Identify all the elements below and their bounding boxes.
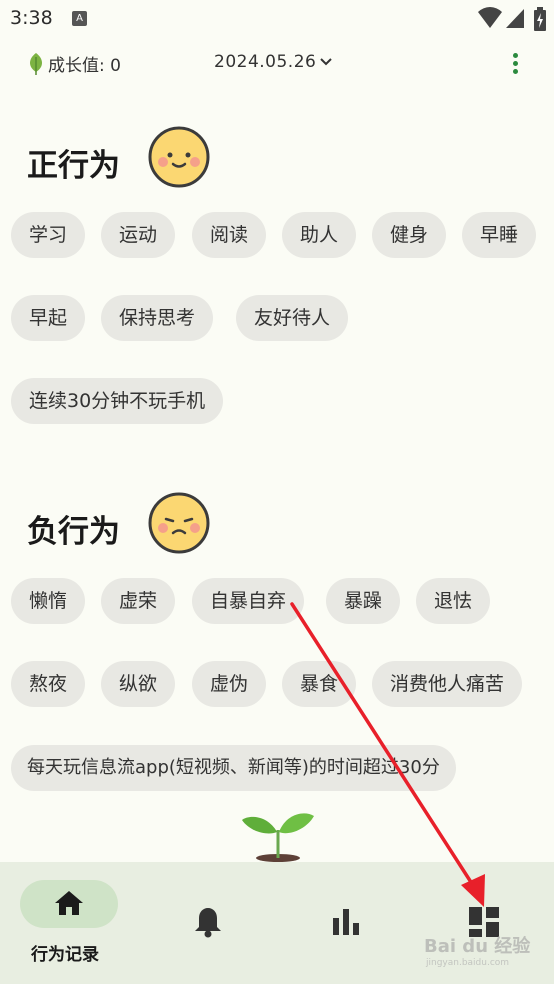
chip-positive[interactable]: 早起: [11, 295, 86, 341]
sprout-illustration: [242, 813, 314, 862]
wifi-icon: [478, 7, 502, 29]
date-selector[interactable]: 2024.05.26: [214, 52, 333, 72]
chip-positive[interactable]: 连续30分钟不玩手机: [11, 378, 224, 424]
chip-negative[interactable]: 消费他人痛苦: [372, 661, 523, 707]
chevron-down-icon: [320, 58, 333, 66]
growth-value: 成长值: 0: [28, 51, 121, 76]
chip-positive[interactable]: 阅读: [192, 212, 267, 258]
chip-negative[interactable]: 虚伪: [192, 661, 267, 707]
growth-label: 成长值: 0: [48, 56, 121, 76]
chip-positive[interactable]: 健身: [372, 212, 447, 258]
notification-icon: A: [72, 11, 87, 26]
chip-positive[interactable]: 运动: [101, 212, 176, 258]
chip-positive[interactable]: 早睡: [462, 212, 537, 258]
nav-label-behavior-log: 行为记录: [31, 945, 99, 965]
chip-negative[interactable]: 暴躁: [326, 578, 401, 624]
chip-negative[interactable]: 自暴自弃: [192, 578, 305, 624]
happy-face-icon: [148, 126, 210, 188]
battery-icon: [534, 7, 546, 31]
sad-face-icon: [148, 492, 210, 554]
signal-icon: [506, 9, 524, 28]
chip-positive[interactable]: 学习: [11, 212, 86, 258]
chip-positive[interactable]: 助人: [282, 212, 357, 258]
status-bar: 3:38 A: [0, 0, 554, 38]
chip-negative[interactable]: 虚荣: [101, 578, 176, 624]
watermark: Bai du 经验: [424, 936, 531, 957]
chip-negative[interactable]: 熬夜: [11, 661, 86, 707]
bar-chart-icon[interactable]: [332, 908, 360, 936]
date-text: 2024.05.26: [214, 52, 317, 72]
bell-icon[interactable]: [194, 906, 222, 938]
more-dot: [513, 61, 518, 66]
home-icon: [55, 891, 83, 915]
chip-negative[interactable]: 退怯: [416, 578, 491, 624]
chip-positive[interactable]: 友好待人: [236, 295, 349, 341]
chip-negative[interactable]: 每天玩信息流app(短视频、新闻等)的时间超过30分: [11, 745, 456, 791]
status-time: 3:38: [10, 7, 53, 29]
chip-negative[interactable]: 懒惰: [11, 578, 86, 624]
watermark-sub: jingyan.baidu.com: [426, 958, 510, 968]
top-bar: 成长值: 0 2024.05.26: [0, 46, 554, 82]
more-menu-button[interactable]: [506, 52, 526, 76]
more-dot: [513, 53, 518, 58]
more-dot: [513, 69, 518, 74]
leaf-icon: [30, 53, 42, 75]
chip-negative[interactable]: 纵欲: [101, 661, 176, 707]
negative-section-title: 负行为: [27, 514, 120, 550]
chip-negative[interactable]: 暴食: [282, 661, 357, 707]
chip-positive[interactable]: 保持思考: [101, 295, 214, 341]
positive-section-title: 正行为: [27, 148, 120, 184]
